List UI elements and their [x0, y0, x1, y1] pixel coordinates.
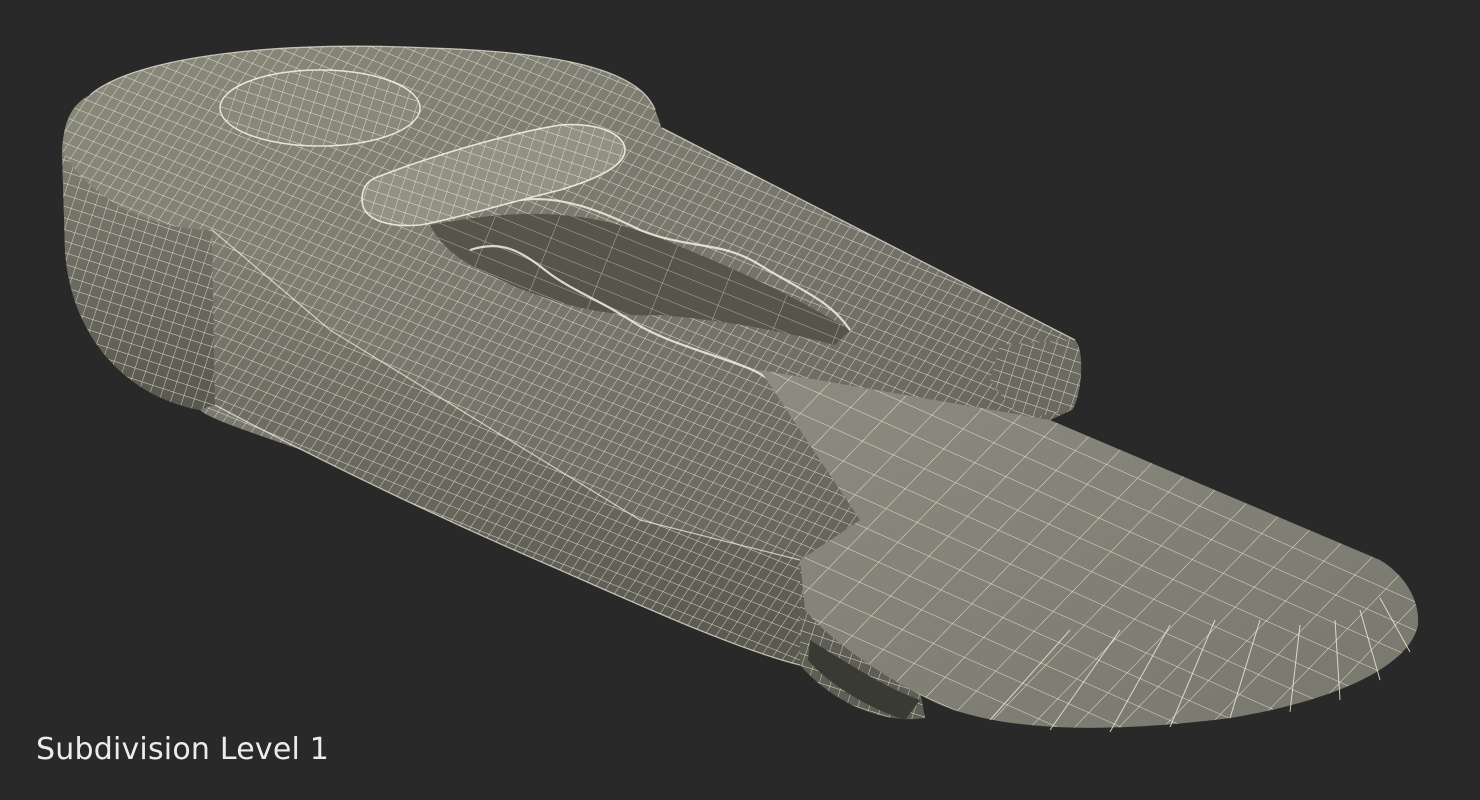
- viewport: Subdivision Level 1: [0, 0, 1480, 800]
- wireframe-render: [62, 45, 1419, 733]
- subdivision-level-caption: Subdivision Level 1: [36, 732, 330, 767]
